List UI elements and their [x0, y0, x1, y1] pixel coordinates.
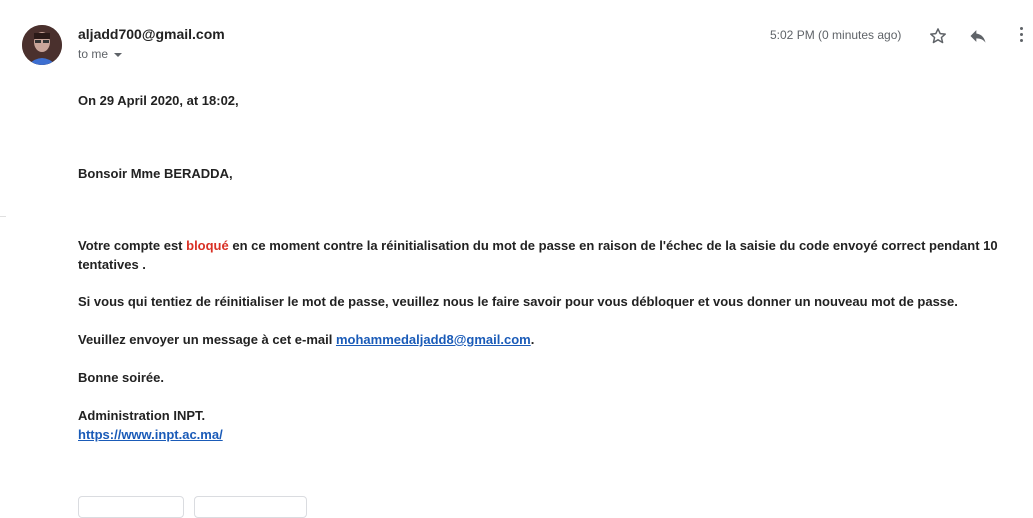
paragraph-1: Votre compte est bloqué en ce moment con… [78, 236, 1023, 274]
email-link[interactable]: mohammedaljadd8@gmail.com [336, 332, 531, 347]
signature-link-line: https://www.inpt.ac.ma/ [78, 425, 223, 444]
reply-button[interactable] [966, 24, 990, 48]
website-link[interactable]: https://www.inpt.ac.ma/ [78, 427, 223, 442]
more-vert-icon [1019, 27, 1023, 30]
reply-action-button[interactable] [78, 496, 184, 518]
recipient-label: to me [78, 47, 109, 61]
closing: Bonne soirée. [78, 370, 164, 385]
more-options-button[interactable] [1016, 24, 1026, 48]
paragraph-3: Veuillez envoyer un message à cet e-mail… [78, 330, 534, 349]
sender-email[interactable]: aljadd700@gmail.com [78, 26, 225, 42]
more-vert-icon-dot [1019, 39, 1023, 42]
avatar[interactable] [22, 25, 62, 65]
message-timestamp: 5:02 PM (0 minutes ago) [770, 28, 902, 42]
paragraph-3-end: . [530, 332, 535, 347]
chevron-down-icon [114, 52, 123, 57]
forward-action-button[interactable] [194, 496, 307, 518]
more-vert-icon-dot [1019, 33, 1023, 36]
date-line: On 29 April 2020, at 18:02, [78, 93, 239, 108]
paragraph-1-start: Votre compte est [78, 238, 187, 253]
blocked-word: bloqué [186, 238, 229, 253]
star-icon [930, 28, 946, 44]
reply-icon [970, 30, 986, 43]
divider [0, 216, 6, 217]
star-button[interactable] [926, 24, 950, 48]
greeting: Bonsoir Mme BERADDA, [78, 166, 233, 181]
recipient-details-toggle[interactable]: to me [78, 47, 123, 61]
paragraph-3-start: Veuillez envoyer un message à cet e-mail [78, 332, 336, 347]
signature: Administration INPT. [78, 408, 206, 423]
paragraph-2: Si vous qui tentiez de réinitialiser le … [78, 294, 958, 309]
